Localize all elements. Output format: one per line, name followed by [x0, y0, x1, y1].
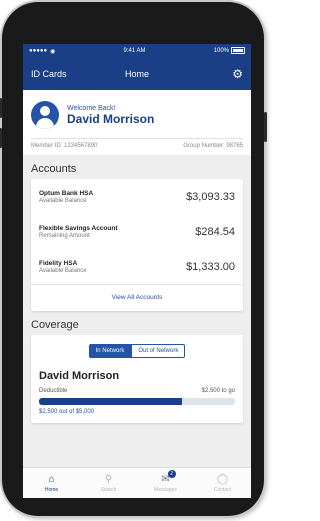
chat-icon: ◯: [216, 473, 229, 485]
account-name: Optum Bank HSA: [39, 189, 94, 197]
tab-label: Messages: [154, 486, 177, 493]
id-cards-button[interactable]: ID Cards: [31, 69, 67, 79]
tab-bar: ⌂ Home ⚲ Search ✉ 2 Messages ◯ Contact: [23, 467, 251, 498]
accounts-section-title: Accounts: [31, 163, 77, 175]
account-row[interactable]: Optum Bank HSA Available Balance $3,093.…: [31, 179, 243, 214]
phone-frame: ●●●●● ◉ 9:41 AM 100% ID Cards Home ⚙ Wel…: [0, 2, 267, 516]
status-battery: 100%: [214, 47, 245, 55]
account-amount: $284.54: [195, 225, 235, 238]
tab-home[interactable]: ⌂ Home: [23, 468, 80, 498]
carrier-signal: ●●●●●: [29, 48, 48, 54]
member-name: David Morrison: [67, 111, 155, 126]
account-row[interactable]: Fidelity HSA Available Balance $1,333.00: [31, 249, 243, 284]
tab-search[interactable]: ⚲ Search: [80, 468, 137, 498]
coverage-card: In Network Out of Network David Morrison…: [31, 335, 243, 423]
deductible-footnote: $2,500 out of $5,000: [39, 409, 95, 415]
account-sub-label: Available Balance: [39, 197, 87, 204]
account-sub-label: Remaining Amount: [39, 232, 90, 239]
accounts-card: Optum Bank HSA Available Balance $3,093.…: [31, 179, 243, 311]
status-time: 9:41 AM: [123, 48, 146, 54]
account-row[interactable]: Flexible Savings Account Remaining Amoun…: [31, 214, 243, 249]
status-bar: ●●●●● ◉ 9:41 AM 100%: [23, 44, 251, 58]
in-network-tab[interactable]: In Network: [88, 344, 132, 358]
tab-contact[interactable]: ◯ Contact: [194, 468, 251, 498]
avatar: [31, 101, 59, 129]
volume-up-button: [0, 98, 2, 118]
member-id: Member ID: 1234567890: [31, 143, 98, 149]
power-button: [264, 112, 267, 142]
deductible-row: Deductible $2,500 to go: [31, 386, 243, 398]
wifi-icon: ◉: [50, 48, 56, 55]
deductible-label: Deductible: [39, 388, 68, 394]
tab-label: Search: [100, 486, 117, 493]
out-of-network-tab[interactable]: Out of Network: [131, 344, 186, 358]
coverage-member-name: David Morrison: [39, 370, 120, 382]
network-toggle: In Network Out of Network: [31, 335, 243, 364]
home-icon: ⌂: [48, 473, 55, 485]
battery-icon: [231, 47, 245, 55]
app-header: ●●●●● ◉ 9:41 AM 100% ID Cards Home ⚙: [23, 44, 251, 90]
mail-icon: ✉ 2: [161, 469, 176, 485]
volume-down-button: [0, 128, 2, 148]
welcome-greeting: Welcome Back!: [67, 104, 116, 112]
deductible-progress-bar: [39, 398, 235, 405]
tab-label: Home: [44, 486, 59, 493]
member-info-row: Member ID: 1234567890 Group Number: 9876…: [31, 138, 243, 155]
group-number: Group Number: 98765: [183, 143, 243, 149]
account-sub-label: Available Balance: [39, 267, 87, 274]
search-icon: ⚲: [104, 473, 113, 485]
account-name: Fidelity HSA: [39, 259, 78, 267]
tab-messages[interactable]: ✉ 2 Messages: [137, 468, 194, 498]
tab-label: Contact: [213, 486, 232, 493]
coverage-section-title: Coverage: [31, 319, 79, 331]
app-screen: ●●●●● ◉ 9:41 AM 100% ID Cards Home ⚙ Wel…: [23, 44, 251, 498]
account-amount: $3,093.33: [186, 190, 235, 203]
view-all-accounts-link[interactable]: View All Accounts: [31, 284, 243, 311]
deductible-progress-fill: [39, 398, 183, 405]
deductible-remaining: $2,500 to go: [201, 388, 235, 394]
account-amount: $1,333.00: [186, 260, 235, 273]
messages-badge: 2: [167, 469, 176, 478]
gear-icon[interactable]: ⚙: [232, 67, 243, 81]
welcome-card: Welcome Back! David Morrison Member ID: …: [23, 90, 251, 155]
account-name: Flexible Savings Account: [39, 224, 118, 232]
nav-bar: ID Cards Home ⚙: [23, 58, 251, 90]
